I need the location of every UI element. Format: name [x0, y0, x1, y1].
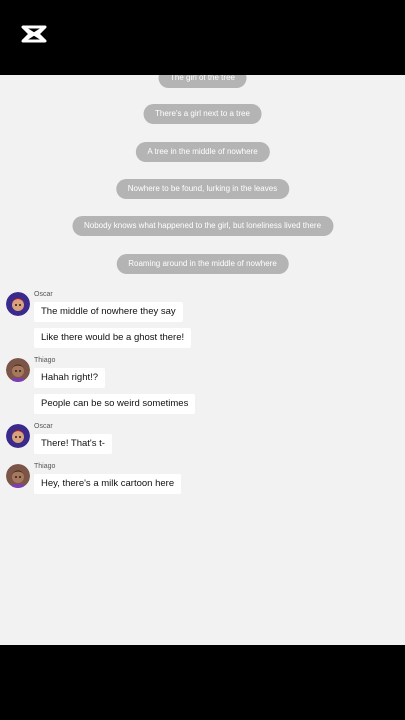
avatar-oscar — [6, 292, 30, 316]
top-letterbox — [0, 0, 405, 75]
sender-name: Thiago — [34, 357, 56, 364]
avatar-thiago — [6, 358, 30, 382]
avatar-thiago — [6, 464, 30, 488]
narration-pill: The girl of the tree — [158, 75, 247, 88]
message-bubble: Like there would be a ghost there! — [34, 328, 192, 348]
capcut-logo-icon — [21, 25, 47, 43]
message-bubble: There! That's t- — [34, 434, 112, 454]
narration-pill: Nobody knows what happened to the girl, … — [71, 216, 334, 236]
message-bubble: People can be so weird sometimes — [34, 394, 196, 414]
narration-pill: Roaming around in the middle of nowhere — [116, 254, 289, 274]
bottom-letterbox — [0, 645, 405, 720]
avatar-oscar — [6, 424, 30, 448]
sender-name: Oscar — [34, 291, 53, 298]
message-bubble: The middle of nowhere they say — [34, 302, 183, 322]
message-bubble: Hey, there's a milk cartoon here — [34, 474, 182, 494]
message-bubble: Hahah right!? — [34, 368, 106, 388]
narration-pill: There's a girl next to a tree — [143, 104, 262, 124]
chat-area[interactable]: The girl of the tree There's a girl next… — [0, 75, 405, 645]
narration-pill: A tree in the middle of nowhere — [135, 142, 270, 162]
sender-name: Oscar — [34, 423, 53, 430]
narration-pill: Nowhere to be found, lurking in the leav… — [115, 179, 290, 199]
sender-name: Thiago — [34, 463, 56, 470]
